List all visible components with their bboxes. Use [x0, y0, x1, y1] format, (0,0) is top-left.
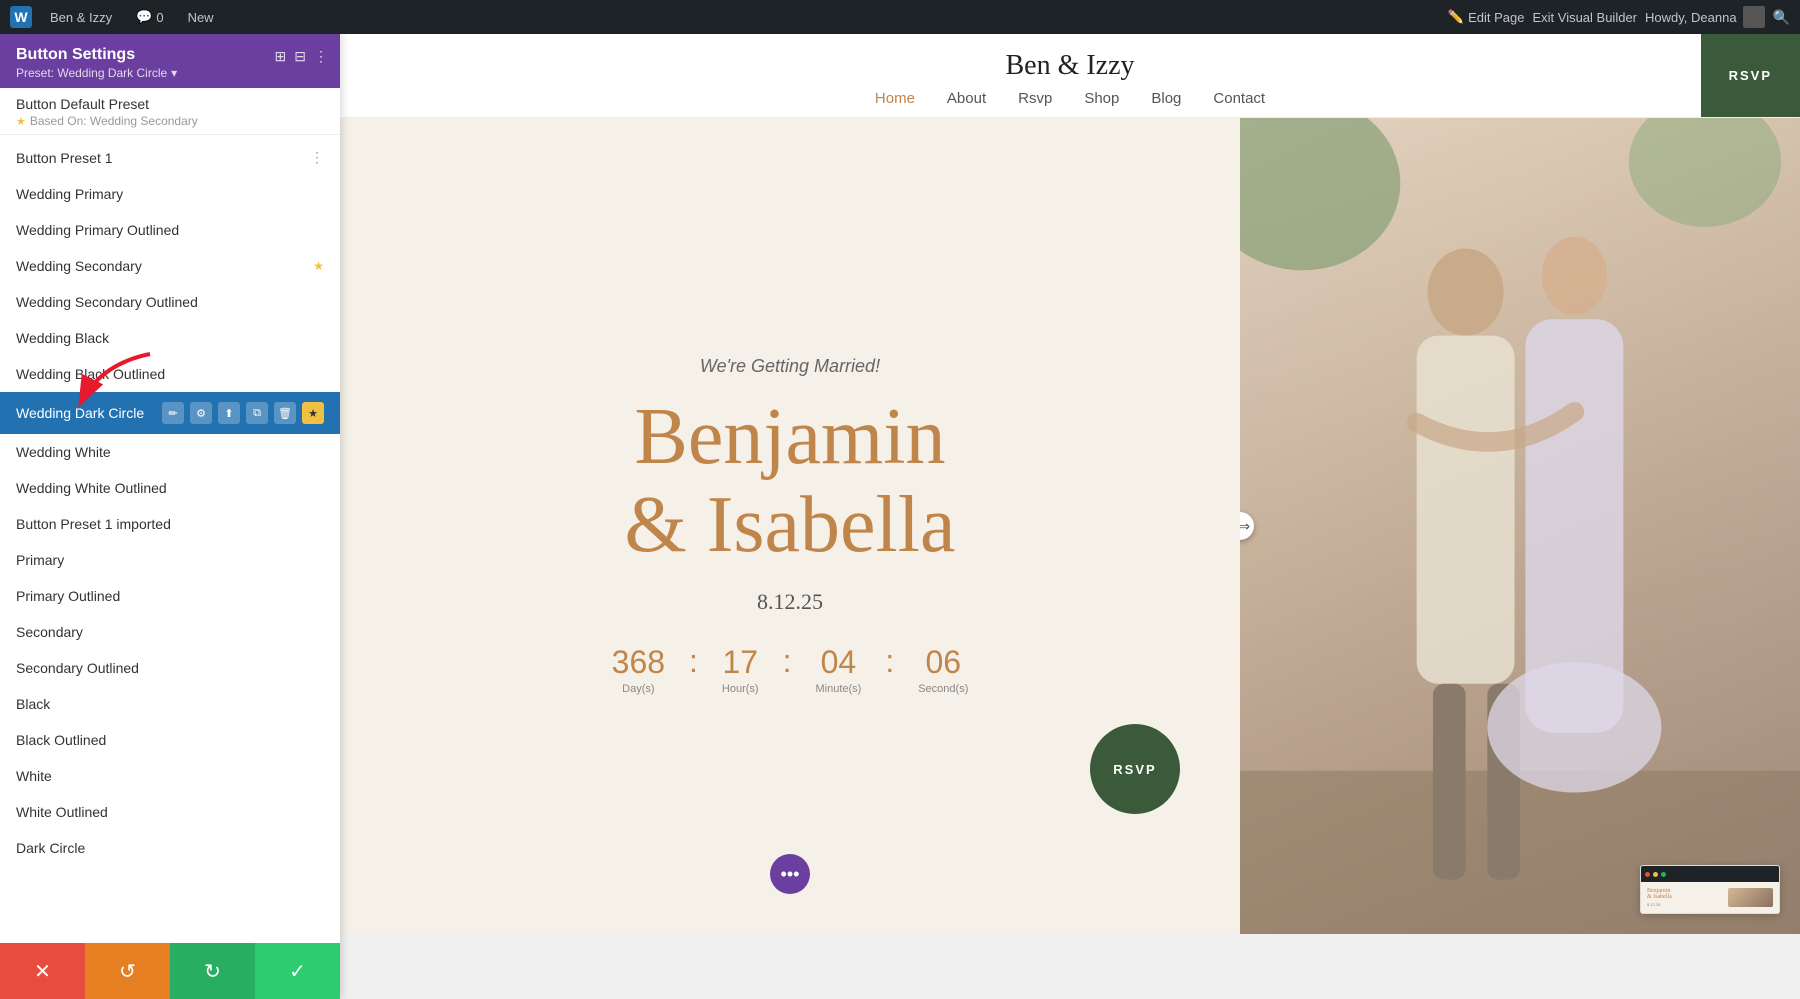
delete-preset-icon[interactable]: 🗑	[274, 402, 296, 424]
countdown-minutes: 04 Minute(s)	[815, 644, 861, 695]
preset-item-black[interactable]: Black	[0, 686, 340, 722]
star-preset-icon[interactable]: ★	[302, 402, 324, 424]
thumb-max-dot	[1661, 872, 1666, 877]
thumbnail-photo	[1728, 888, 1773, 907]
countdown-seconds: 06 Second(s)	[918, 644, 968, 695]
countdown-sep-3: :	[885, 643, 894, 680]
preset-item-button-preset-1-imported[interactable]: Button Preset 1 imported	[0, 506, 340, 542]
preset-item-wedding-white-outlined[interactable]: Wedding White Outlined	[0, 470, 340, 506]
hero-subtitle: We're Getting Married!	[700, 356, 880, 377]
undo-button[interactable]: ↺	[85, 943, 170, 999]
panel-header: Button Settings Preset: Wedding Dark Cir…	[0, 34, 340, 88]
site-navigation: Home About Rsvp Shop Blog Contact	[340, 90, 1800, 107]
hero-photo: ⟺ Benjamin& Isabella 8.12.25	[1240, 118, 1800, 934]
button-settings-panel: Button Settings Preset: Wedding Dark Cir…	[0, 34, 340, 999]
more-options-button[interactable]: •••	[770, 854, 810, 894]
panel-bottom-buttons: ✕ ↺ ↻ ✓	[0, 943, 340, 999]
countdown-sep-2: :	[783, 643, 792, 680]
hero-date: 8.12.25	[757, 589, 823, 615]
panel-header-actions: ⊞ ⊟ ⋮	[275, 48, 328, 65]
nav-item-shop[interactable]: Shop	[1084, 90, 1119, 107]
howdy-user: Howdy, Deanna	[1645, 6, 1765, 28]
panel-more-icon[interactable]: ⋮	[314, 48, 328, 65]
edit-page-button[interactable]: ✏️ Edit Page	[1448, 9, 1525, 25]
thumbnail-header-bar	[1641, 866, 1779, 882]
starred-icon: ★	[313, 259, 324, 273]
save-button[interactable]: ✓	[255, 943, 340, 999]
preset-item-wedding-primary-outlined[interactable]: Wedding Primary Outlined	[0, 212, 340, 248]
settings-preset-icon[interactable]: ⚙	[190, 402, 212, 424]
nav-item-home[interactable]: Home	[875, 90, 915, 107]
default-preset-name: Button Default Preset	[16, 96, 324, 112]
couple-silhouette-svg	[1240, 118, 1800, 934]
panel-grid-icon[interactable]: ⊟	[294, 48, 306, 65]
hero-couple-name: Benjamin & Isabella	[625, 393, 956, 569]
nav-item-rsvp[interactable]: Rsvp	[1018, 90, 1052, 107]
thumbnail-date: 8.12.25	[1647, 902, 1724, 907]
preset-item-secondary-outlined[interactable]: Secondary Outlined	[0, 650, 340, 686]
preset-item-dark-circle[interactable]: Dark Circle	[0, 830, 340, 866]
wp-admin-bar: W Ben & Izzy 💬 0 New ✏️ Edit Page Exit V…	[0, 0, 1800, 34]
hero-left-content: We're Getting Married! Benjamin & Isabel…	[340, 118, 1240, 934]
hero-section: We're Getting Married! Benjamin & Isabel…	[340, 118, 1800, 934]
preset-item-wedding-black-outlined[interactable]: Wedding Black Outlined	[0, 356, 340, 392]
rsvp-header-button[interactable]: RSVP	[1701, 34, 1800, 117]
preset-more-icon[interactable]: ⋮	[310, 149, 324, 166]
preset-item-primary[interactable]: Primary	[0, 542, 340, 578]
exit-visual-builder-button[interactable]: Exit Visual Builder	[1532, 10, 1637, 25]
wp-logo-icon[interactable]: W	[10, 6, 32, 28]
preset-item-wedding-secondary[interactable]: Wedding Secondary ★	[0, 248, 340, 284]
nav-item-about[interactable]: About	[947, 90, 986, 107]
site-title: Ben & Izzy	[340, 50, 1800, 82]
upload-preset-icon[interactable]: ⬆	[218, 402, 240, 424]
nav-item-blog[interactable]: Blog	[1151, 90, 1181, 107]
preset-item-wedding-primary[interactable]: Wedding Primary	[0, 176, 340, 212]
countdown-sep-1: :	[689, 643, 698, 680]
preset-item-white[interactable]: White	[0, 758, 340, 794]
active-preset-actions: ✏ ⚙ ⬆ ⧉ 🗑 ★	[162, 402, 324, 424]
default-preset-section: Button Default Preset ★ Based On: Weddin…	[0, 88, 340, 135]
preset-item-black-outlined[interactable]: Black Outlined	[0, 722, 340, 758]
preset-item-wedding-white[interactable]: Wedding White	[0, 434, 340, 470]
comment-count-item[interactable]: 💬 0	[130, 9, 169, 25]
presets-list[interactable]: Button Preset 1 ⋮ Wedding Primary Weddin…	[0, 135, 340, 943]
countdown-timer: 368 Day(s) : 17 Hour(s) : 04 Minute(s) :	[612, 643, 969, 696]
star-icon: ★	[16, 115, 26, 128]
panel-expand-icon[interactable]: ⊞	[275, 48, 287, 65]
preset-item-secondary[interactable]: Secondary	[0, 614, 340, 650]
thumbnail-preview: Benjamin& Isabella 8.12.25	[1640, 865, 1780, 914]
cancel-button[interactable]: ✕	[0, 943, 85, 999]
nav-item-contact[interactable]: Contact	[1213, 90, 1265, 107]
preset-item-wedding-secondary-outlined[interactable]: Wedding Secondary Outlined	[0, 284, 340, 320]
couple-photo-bg	[1240, 118, 1800, 934]
based-on-label: ★ Based On: Wedding Secondary	[16, 114, 324, 128]
panel-subtitle[interactable]: Preset: Wedding Dark Circle ▾	[16, 66, 324, 80]
thumbnail-body: Benjamin& Isabella 8.12.25	[1641, 882, 1779, 913]
countdown-hours: 17 Hour(s)	[722, 644, 759, 695]
preset-item-white-outlined[interactable]: White Outlined	[0, 794, 340, 830]
copy-preset-icon[interactable]: ⧉	[246, 402, 268, 424]
countdown-days: 368 Day(s)	[612, 644, 665, 695]
website-preview: Ben & Izzy Home About Rsvp Shop Blog Con…	[340, 34, 1800, 999]
user-avatar[interactable]	[1743, 6, 1765, 28]
site-header: Ben & Izzy Home About Rsvp Shop Blog Con…	[340, 34, 1800, 118]
thumbnail-couple-name: Benjamin& Isabella	[1647, 888, 1724, 900]
default-preset-item: Button Default Preset ★ Based On: Weddin…	[16, 96, 324, 128]
search-icon[interactable]: 🔍	[1773, 9, 1790, 26]
preset-item-wedding-dark-circle[interactable]: Wedding Dark Circle ✏ ⚙ ⬆ ⧉ 🗑 ★	[0, 392, 340, 434]
site-name[interactable]: Ben & Izzy	[44, 10, 118, 25]
thumb-close-dot	[1645, 872, 1650, 877]
thumbnail-text: Benjamin& Isabella 8.12.25	[1647, 888, 1724, 907]
new-button[interactable]: New	[182, 10, 220, 25]
thumb-min-dot	[1653, 872, 1658, 877]
edit-preset-icon[interactable]: ✏	[162, 402, 184, 424]
preset-item-wedding-black[interactable]: Wedding Black	[0, 320, 340, 356]
preset-item-primary-outlined[interactable]: Primary Outlined	[0, 578, 340, 614]
rsvp-circle-button[interactable]: RSVP	[1090, 724, 1180, 814]
preset-item-button-preset-1[interactable]: Button Preset 1 ⋮	[0, 139, 340, 176]
redo-button[interactable]: ↻	[170, 943, 255, 999]
